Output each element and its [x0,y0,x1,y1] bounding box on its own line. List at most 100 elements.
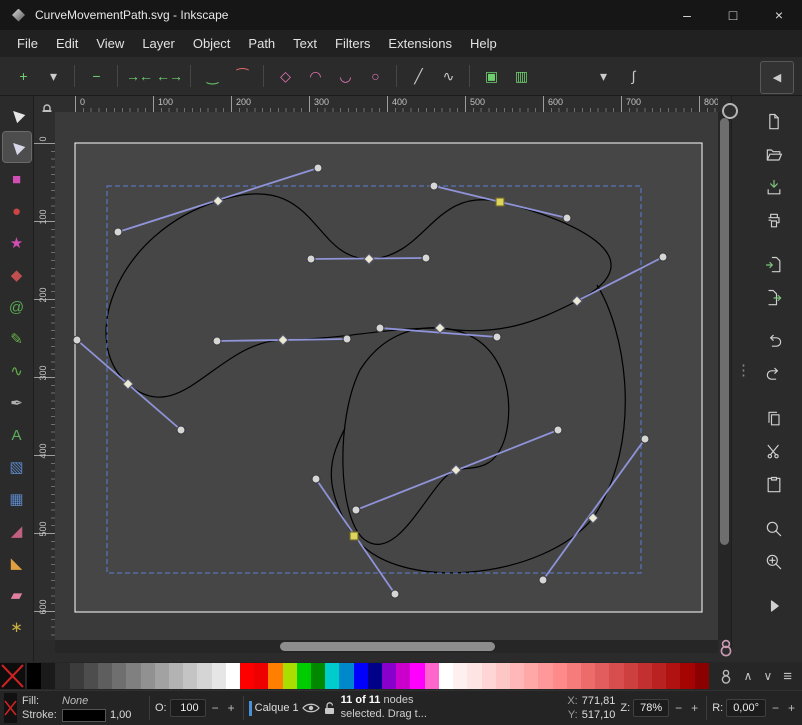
palette-swatch-46[interactable] [680,663,694,689]
palette-swatch-39[interactable] [581,663,595,689]
show-handles-button[interactable]: ∫ [618,62,648,90]
control-handle[interactable] [422,254,430,262]
join-nodes-button[interactable]: →← [124,62,154,90]
palette-swatch-21[interactable] [325,663,339,689]
save-document-button[interactable] [760,176,788,200]
palette-swatch-9[interactable] [155,663,169,689]
palette-swatch-22[interactable] [339,663,353,689]
menu-help[interactable]: Help [461,30,506,57]
paste-button[interactable] [760,473,788,497]
palette-swatch-none[interactable] [0,663,25,689]
palette-swatch-18[interactable] [283,663,297,689]
menu-file[interactable]: File [8,30,47,57]
palette-menu-button[interactable]: ≡ [783,668,792,685]
control-handle[interactable] [114,228,122,236]
palette-swatch-44[interactable] [652,663,666,689]
palette-swatch-34[interactable] [510,663,524,689]
palette-swatch-8[interactable] [141,663,155,689]
node-tool[interactable]: ▶ [3,132,31,162]
control-handle[interactable] [213,337,221,345]
control-handle[interactable] [563,214,571,222]
insert-node-button[interactable]: + [8,62,38,90]
palette-swatch-17[interactable] [268,663,282,689]
delete-node-button[interactable]: − [81,62,111,90]
zoom-page-button[interactable] [760,550,788,574]
path-node-selected[interactable] [350,532,358,540]
control-handle[interactable] [73,336,81,344]
palette-swatch-12[interactable] [197,663,211,689]
gradient-tool[interactable]: ▧ [3,452,31,482]
horizontal-scrollbar-thumb[interactable] [280,642,495,651]
palette-swatch-24[interactable] [368,663,382,689]
palette-swatch-32[interactable] [482,663,496,689]
minimize-button[interactable]: – [664,0,710,30]
star-tool[interactable]: ★ [3,228,31,258]
palette-swatch-7[interactable] [126,663,140,689]
insert-node-dropdown[interactable]: ▾ [38,62,68,90]
toolbar-collapse-button[interactable]: ◀ [760,61,794,94]
export-button[interactable] [760,286,788,310]
import-button[interactable] [760,253,788,277]
opacity-increase-button[interactable]: + [225,701,238,715]
redo-button[interactable] [760,363,788,387]
mesh-tool[interactable]: ▦ [3,484,31,514]
palette-swatch-38[interactable] [567,663,581,689]
vertical-scrollbar-thumb[interactable] [720,118,729,545]
box3d-tool[interactable]: ◆ [3,260,31,290]
menu-edit[interactable]: Edit [47,30,87,57]
palette-scroll-down[interactable]: ∨ [763,669,772,683]
zoom-decrease-button[interactable]: − [672,701,685,715]
stroke-to-path-button[interactable]: ▥ [506,62,536,90]
rotation-decrease-button[interactable]: − [769,701,782,715]
palette-swatch-14[interactable] [226,663,240,689]
menu-filters[interactable]: Filters [326,30,379,57]
path-node-selected[interactable] [496,198,504,206]
palette-swatch-13[interactable] [212,663,226,689]
no-color-indicator[interactable] [4,693,17,723]
ruler-left[interactable]: 0100200300400500600 [34,112,55,640]
break-nodes-button[interactable]: ←→ [154,62,184,90]
palette-swatch-4[interactable] [84,663,98,689]
rotation-increase-button[interactable]: + [785,701,798,715]
zoom-drawing-button[interactable] [760,517,788,541]
cut-button[interactable] [760,440,788,464]
palette-swatch-26[interactable] [396,663,410,689]
layer-unlock-icon[interactable] [323,701,336,715]
palette-swatch-20[interactable] [311,663,325,689]
canvas[interactable] [55,112,718,640]
join-with-segment-button[interactable]: ‿ [197,62,227,90]
palette-swatch-29[interactable] [439,663,453,689]
palette-swatch-27[interactable] [410,663,424,689]
control-handle[interactable] [430,182,438,190]
palette-swatch-6[interactable] [112,663,126,689]
palette-scroll-up[interactable]: ∧ [744,669,753,683]
palette-swatch-35[interactable] [524,663,538,689]
fill-value[interactable]: None [62,695,88,707]
node-cusp-button[interactable]: ◇ [270,62,300,90]
palette-swatch-47[interactable] [695,663,709,689]
pen-tool[interactable]: ∿ [3,356,31,386]
menu-view[interactable]: View [87,30,133,57]
palette-swatch-31[interactable] [467,663,481,689]
palette-swatch-0[interactable] [27,663,41,689]
opacity-input[interactable]: 100 [170,699,206,717]
close-button[interactable]: × [756,0,802,30]
control-handle[interactable] [177,426,185,434]
control-handle[interactable] [312,475,320,483]
control-handle[interactable] [391,590,399,598]
undo-button[interactable] [760,330,788,354]
segment-curve-button[interactable]: ∿ [433,62,463,90]
palette-swatch-33[interactable] [496,663,510,689]
palette-swatch-16[interactable] [254,663,268,689]
palette-swatch-3[interactable] [70,663,84,689]
stroke-width-value[interactable]: 1,00 [110,709,131,721]
control-handle[interactable] [493,333,501,341]
palette-swatch-25[interactable] [382,663,396,689]
palette-swatch-36[interactable] [538,663,552,689]
palette-swatch-10[interactable] [169,663,183,689]
fill-stroke-indicator[interactable]: Fill: None Stroke: 1,00 [22,695,144,722]
commands-grip[interactable]: ⋮ [736,361,751,379]
palette-swatch-15[interactable] [240,663,254,689]
control-handle[interactable] [554,426,562,434]
control-handle[interactable] [307,255,315,263]
